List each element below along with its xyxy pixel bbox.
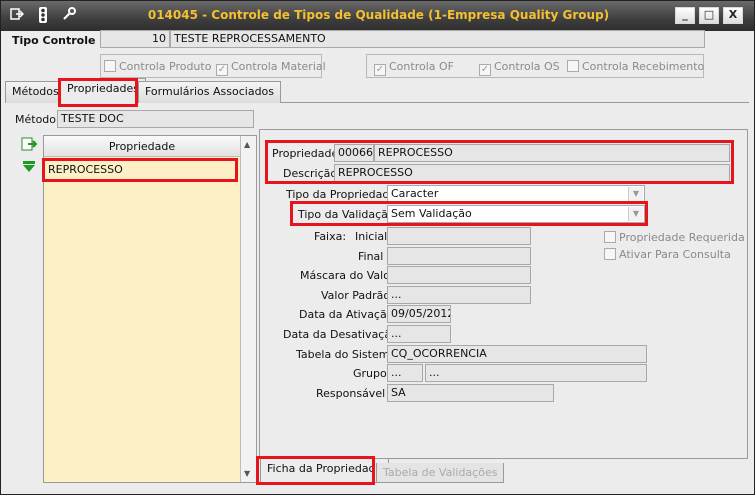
checkbox-icon	[604, 231, 616, 243]
ativar-consulta-checkbox[interactable]: Ativar Para Consulta	[604, 248, 731, 261]
tab-tabela-validacoes[interactable]: Tabela de Validações	[376, 463, 505, 483]
tipo-propriedade-label: Tipo da Propriedade	[286, 188, 397, 201]
faixa-label: Faixa:	[314, 230, 347, 243]
tabela-sistema-label: Tabela do Sistema	[296, 348, 397, 361]
highlight-tab-ficha	[256, 456, 375, 485]
metodo-field[interactable]: TESTE DOC	[57, 110, 254, 128]
mascara-label: Máscara do Valor	[300, 269, 395, 282]
controla-produto-checkbox[interactable]: Controla Produto	[104, 60, 211, 73]
faixa-inicial-field[interactable]	[387, 227, 531, 245]
grupo-code-field[interactable]: ...	[387, 364, 423, 382]
controla-of-checkbox[interactable]: ✓ Controla OF	[374, 60, 454, 76]
chevron-down-icon[interactable]: ▼	[628, 187, 643, 201]
inicial-label: Inicial	[355, 230, 388, 243]
tipo-controle-code-field[interactable]: 10	[100, 30, 170, 48]
final-label: Final	[358, 250, 384, 263]
close-button[interactable]: X	[723, 7, 743, 24]
data-ativacao-field[interactable]: 09/05/2012	[387, 305, 451, 323]
list-scrollbar[interactable]: ▲ ▼	[240, 136, 256, 482]
tipo-controle-label: Tipo Controle	[12, 34, 96, 47]
wrench-icon[interactable]	[59, 7, 79, 25]
metodo-label: Método	[15, 113, 57, 126]
valor-padrao-label: Valor Padrão	[321, 289, 391, 302]
data-desativacao-label: Data da Desativação	[283, 328, 398, 341]
property-list-header[interactable]: Propriedade	[44, 136, 240, 157]
tab-metodos[interactable]: Métodos	[5, 81, 66, 103]
valor-padrao-field[interactable]: ...	[387, 286, 531, 304]
scroll-down-icon[interactable]: ▼	[244, 469, 250, 478]
highlight-tipo-validacao	[290, 201, 648, 226]
data-ativacao-label: Data da Ativação	[299, 308, 394, 321]
checkbox-icon	[104, 60, 116, 72]
faixa-final-field[interactable]	[387, 247, 531, 265]
tipo-controle-name-field[interactable]: TESTE REPROCESSAMENTO	[170, 30, 705, 48]
controla-material-checkbox[interactable]: ✓ Controla Material	[216, 60, 326, 76]
maximize-button[interactable]: □	[699, 7, 719, 24]
controla-recebimento-checkbox[interactable]: Controla Recebimento	[567, 60, 704, 73]
window: 014045 - Controle de Tipos de Qualidade …	[0, 0, 755, 495]
responsavel-field[interactable]: SA	[387, 384, 554, 402]
move-down-icon[interactable]	[21, 159, 37, 175]
tabela-sistema-field[interactable]: CQ_OCORRENCIA	[387, 345, 647, 363]
controla-os-checkbox[interactable]: ✓ Controla OS	[479, 60, 560, 76]
add-property-icon[interactable]	[21, 136, 38, 152]
checkmark-icon: ✓	[374, 64, 386, 76]
checkmark-icon: ✓	[479, 64, 491, 76]
mascara-field[interactable]	[387, 266, 531, 284]
minimize-button[interactable]: _	[675, 7, 695, 24]
checkmark-icon: ✓	[216, 64, 228, 76]
tab-formularios-associados[interactable]: Formulários Associados	[138, 81, 282, 103]
checkbox-icon	[604, 248, 616, 260]
exit-icon[interactable]	[7, 7, 27, 25]
propriedade-requerida-checkbox[interactable]: Propriedade Requerida	[604, 231, 745, 244]
grupo-label: Grupo	[353, 367, 387, 380]
traffic-light-icon[interactable]	[33, 7, 53, 25]
responsavel-label: Responsável	[316, 387, 386, 400]
data-desativacao-field[interactable]: ...	[387, 325, 451, 343]
grupo-name-field[interactable]: ...	[425, 364, 647, 382]
highlight-list-item	[42, 158, 238, 182]
checkbox-icon	[567, 60, 579, 72]
highlight-tab-propriedades	[58, 78, 138, 107]
highlight-propriedade	[265, 140, 734, 184]
title-bar: 014045 - Controle de Tipos de Qualidade …	[1, 1, 754, 31]
property-list	[43, 135, 257, 483]
window-title: 014045 - Controle de Tipos de Qualidade …	[147, 8, 610, 22]
scroll-up-icon[interactable]: ▲	[244, 140, 250, 149]
